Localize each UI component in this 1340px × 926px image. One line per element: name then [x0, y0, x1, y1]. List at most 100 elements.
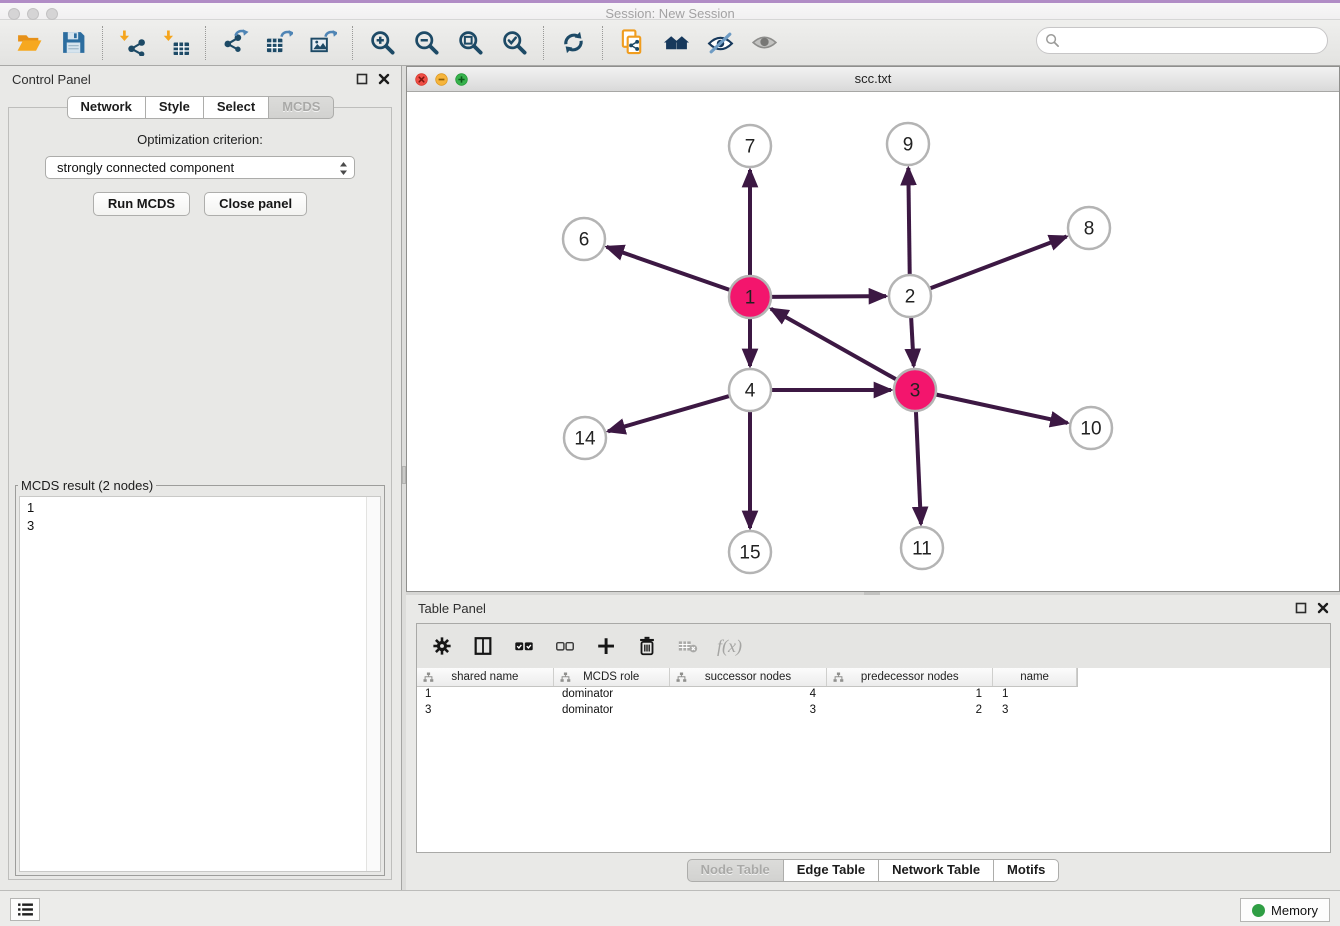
application-window: Session: New Session — [0, 0, 1340, 926]
graph-node-3[interactable]: 3 — [894, 369, 936, 411]
tab-select[interactable]: Select — [203, 96, 269, 119]
function-builder-icon[interactable]: f(x) — [717, 636, 742, 657]
column-header-shared-name[interactable]: shared name — [417, 668, 554, 686]
add-column-icon[interactable] — [594, 634, 618, 658]
table-tab-node-table[interactable]: Node Table — [687, 859, 784, 882]
result-line: 1 — [27, 499, 358, 517]
column-header-name[interactable]: name — [993, 668, 1077, 686]
table-row[interactable]: 3dominator323 — [417, 703, 1330, 719]
tab-mcds[interactable]: MCDS — [268, 96, 334, 119]
mcds-result-group: MCDS result (2 nodes) 13 — [15, 478, 385, 876]
settings-gear-icon[interactable] — [430, 634, 454, 658]
graph-edge-3-1[interactable] — [771, 309, 899, 381]
graph-edge-3-11[interactable] — [916, 409, 921, 524]
criterion-select[interactable]: strongly connected component — [45, 156, 355, 179]
zoom-fit-icon[interactable] — [455, 28, 485, 58]
graph-edge-1-2[interactable] — [769, 296, 886, 297]
main-toolbar — [0, 20, 1340, 66]
node-label: 9 — [903, 135, 914, 156]
graph-node-14[interactable]: 14 — [564, 417, 606, 459]
graph-edge-3-10[interactable] — [934, 394, 1068, 423]
graph-node-7[interactable]: 7 — [729, 125, 771, 167]
table-toolbar: f(x) — [417, 624, 1330, 668]
table-tabs: Node TableEdge TableNetwork TableMotifs — [406, 859, 1340, 882]
memory-status-dot — [1252, 904, 1265, 917]
zoom-in-icon[interactable] — [367, 28, 397, 58]
graph-edge-2-9[interactable] — [908, 168, 909, 277]
graph-edge-1-6[interactable] — [607, 247, 732, 291]
graph-edge-4-14[interactable] — [608, 395, 732, 431]
export-network-icon[interactable] — [220, 28, 250, 58]
graph-node-11[interactable]: 11 — [901, 527, 943, 569]
mcds-panel: Optimization criterion: strongly connect… — [8, 107, 392, 880]
import-table-icon[interactable] — [161, 28, 191, 58]
graph-node-6[interactable]: 6 — [563, 218, 605, 260]
search-input[interactable] — [1036, 27, 1328, 54]
graph-edge-2-3[interactable] — [911, 315, 914, 366]
graph-edge-2-8[interactable] — [928, 237, 1067, 290]
node-label: 8 — [1084, 219, 1095, 240]
hierarchy-icon — [560, 672, 571, 683]
float-panel-icon[interactable] — [1294, 601, 1308, 615]
open-folder-icon[interactable] — [14, 28, 44, 58]
node-label: 15 — [739, 543, 760, 564]
copy-network-icon[interactable] — [617, 28, 647, 58]
zoom-out-icon[interactable] — [411, 28, 441, 58]
graph-node-9[interactable]: 9 — [887, 123, 929, 165]
graph-node-4[interactable]: 4 — [729, 369, 771, 411]
list-icon — [17, 903, 34, 916]
table-tab-motifs[interactable]: Motifs — [993, 859, 1059, 882]
table-tab-edge-table[interactable]: Edge Table — [783, 859, 879, 882]
close-panel-button[interactable]: Close panel — [204, 192, 307, 216]
network-window-titlebar[interactable]: scc.txt — [407, 67, 1339, 92]
run-mcds-button[interactable]: Run MCDS — [93, 192, 190, 216]
table-cell: dominator — [554, 687, 670, 703]
memory-label: Memory — [1271, 903, 1318, 918]
result-line: 3 — [27, 517, 358, 535]
delete-column-icon[interactable] — [635, 634, 659, 658]
graph-node-10[interactable]: 10 — [1070, 407, 1112, 449]
import-network-icon[interactable] — [117, 28, 147, 58]
save-floppy-icon[interactable] — [58, 28, 88, 58]
mcds-result-text[interactable]: 13 — [20, 497, 365, 871]
graph-node-8[interactable]: 8 — [1068, 207, 1110, 249]
table-panel: Table Panel — [406, 595, 1340, 890]
tab-style[interactable]: Style — [145, 96, 204, 119]
graph-node-2[interactable]: 2 — [889, 275, 931, 317]
table-cell: 3 — [994, 703, 1078, 719]
node-table-container: f(x) shared nameMCDS rolesuccessor nodes… — [416, 623, 1331, 853]
criterion-select-value: strongly connected component — [57, 160, 234, 175]
table-tab-network-table[interactable]: Network Table — [878, 859, 994, 882]
column-header-predecessor-nodes[interactable]: predecessor nodes — [827, 668, 993, 686]
deselect-checks-icon[interactable] — [553, 634, 577, 658]
graph-node-15[interactable]: 15 — [729, 531, 771, 573]
column-header-mcds-role[interactable]: MCDS role — [554, 668, 670, 686]
table-row[interactable]: 1dominator411 — [417, 687, 1330, 703]
graph-node-1[interactable]: 1 — [729, 276, 771, 318]
hide-eye-icon[interactable] — [705, 28, 735, 58]
hierarchy-icon — [676, 672, 687, 683]
column-header-successor-nodes[interactable]: successor nodes — [670, 668, 828, 686]
task-history-button[interactable] — [10, 898, 40, 921]
column-layout-icon[interactable] — [471, 634, 495, 658]
table-cell: 3 — [670, 703, 828, 719]
table-cell: 1 — [417, 687, 554, 703]
delete-table-icon[interactable] — [676, 634, 700, 658]
table-panel-header: Table Panel — [406, 595, 1340, 622]
column-label: predecessor nodes — [861, 671, 959, 683]
close-panel-icon[interactable] — [377, 72, 391, 86]
export-table-icon[interactable] — [264, 28, 294, 58]
float-panel-icon[interactable] — [355, 72, 369, 86]
close-panel-icon[interactable] — [1316, 601, 1330, 615]
refresh-icon[interactable] — [558, 28, 588, 58]
houses-icon[interactable] — [661, 28, 691, 58]
export-image-icon[interactable] — [308, 28, 338, 58]
zoom-selected-icon[interactable] — [499, 28, 529, 58]
tab-network[interactable]: Network — [67, 96, 146, 119]
show-eye-icon[interactable] — [749, 28, 779, 58]
result-scrollbar[interactable] — [366, 497, 380, 871]
network-canvas[interactable]: 7 9 6 8 1 2 4 3 14 10 15 11 — [407, 92, 1339, 591]
memory-button[interactable]: Memory — [1240, 898, 1330, 922]
select-all-checks-icon[interactable] — [512, 634, 536, 658]
window-title: Session: New Session — [0, 6, 1340, 21]
